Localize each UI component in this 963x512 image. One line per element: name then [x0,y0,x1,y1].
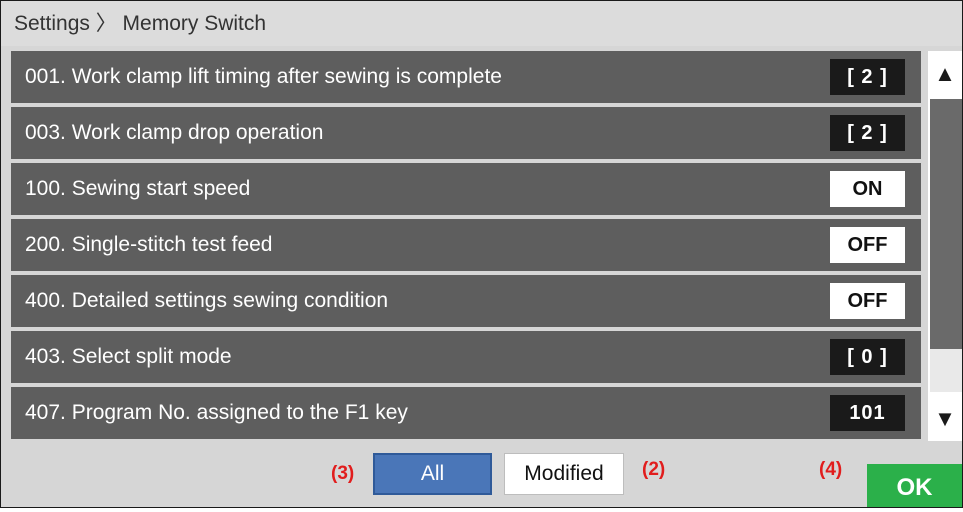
modified-filter-button[interactable]: Modified [504,453,624,495]
value-button[interactable]: [ 0 ] [830,339,905,375]
item-label: 200. Single-stitch test feed [25,233,273,256]
list-item[interactable]: 403. Select split mode [ 0 ] [11,331,921,383]
item-label: 407. Program No. assigned to the F1 key [25,401,408,424]
memory-switch-screen: Settings 〉 Memory Switch 001. Work clamp… [0,0,963,508]
value-button[interactable]: [ 2 ] [830,115,905,151]
value-button[interactable]: [ 2 ] [830,59,905,95]
header-bar: Settings 〉 Memory Switch [1,1,962,46]
all-filter-button[interactable]: All [373,453,492,495]
annotation-modified: (2) [642,459,666,480]
annotation-all: (3) [331,463,355,484]
list-item[interactable]: 100. Sewing start speed ON [11,163,921,215]
toggle-button[interactable]: ON [830,171,905,207]
breadcrumb: Settings 〉 Memory Switch [14,12,267,35]
item-label: 400. Detailed settings sewing condition [25,289,389,312]
item-label: 100. Sewing start speed [25,177,251,200]
toggle-button[interactable]: OFF [830,227,905,263]
annotation-ok: (4) [819,459,843,480]
list-item[interactable]: 400. Detailed settings sewing condition … [11,275,921,327]
list-item[interactable]: 003. Work clamp drop operation [ 2 ] [11,107,921,159]
list-item[interactable]: 407. Program No. assigned to the F1 key … [11,387,921,439]
memory-switch-list: 001. Work clamp lift timing after sewing… [11,51,921,441]
value-button[interactable]: 101 [830,395,905,431]
toggle-button[interactable]: OFF [830,283,905,319]
list-item[interactable]: 001. Work clamp lift timing after sewing… [11,51,921,103]
item-label: 003. Work clamp drop operation [25,121,324,144]
triangle-down-icon[interactable]: ▼ [928,396,962,441]
list-item[interactable]: 200. Single-stitch test feed OFF [11,219,921,271]
item-label: 001. Work clamp lift timing after sewing… [25,65,502,88]
scrollbar[interactable]: ▲ ▼ [928,51,962,441]
footer-bar: (3) All Modified (2) (4) OK [1,441,962,507]
ok-button[interactable]: OK [867,464,962,507]
triangle-up-icon[interactable]: ▲ [928,51,962,96]
scroll-thumb[interactable] [930,99,962,349]
item-label: 403. Select split mode [25,345,232,368]
